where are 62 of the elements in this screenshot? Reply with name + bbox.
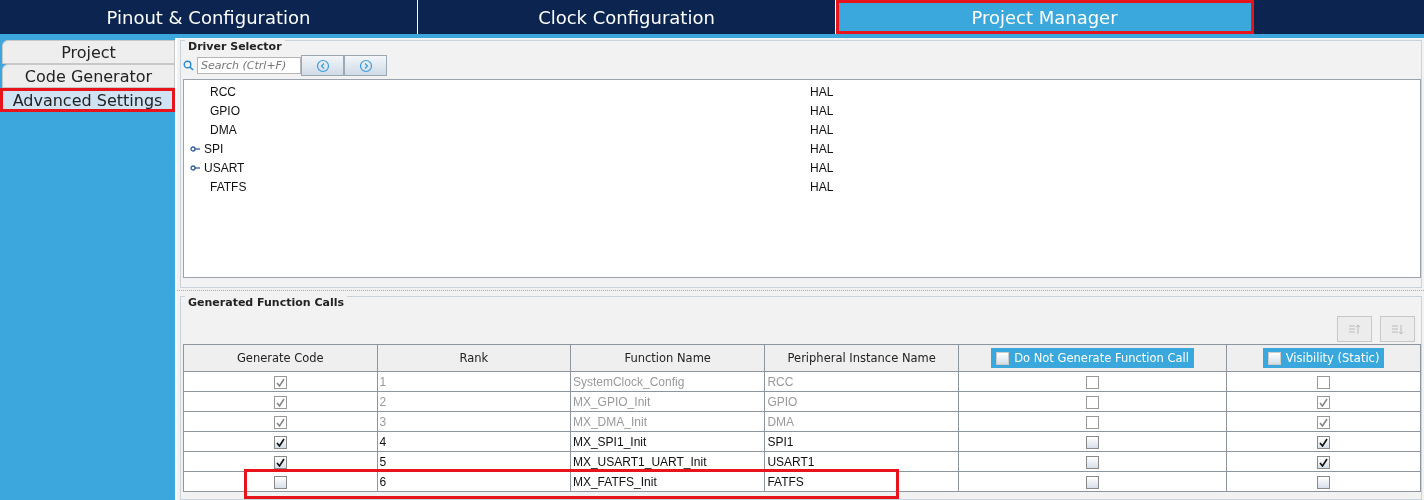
column-header: Rank bbox=[459, 351, 489, 365]
right-arrow-circle-icon bbox=[358, 58, 373, 73]
move-up-icon bbox=[1348, 323, 1361, 335]
checkbox[interactable] bbox=[1267, 351, 1281, 365]
panel-title: Driver Selector bbox=[185, 40, 285, 53]
checkbox[interactable] bbox=[1086, 435, 1100, 449]
expand-handle-icon[interactable] bbox=[190, 145, 200, 152]
table-cell: GPIO bbox=[767, 394, 798, 409]
driver-name[interactable]: GPIO bbox=[210, 103, 240, 118]
driver-value[interactable]: HAL bbox=[810, 122, 834, 137]
table-cell: MX_DMA_Init bbox=[572, 414, 647, 429]
driver-name[interactable]: USART bbox=[204, 160, 245, 175]
checkbox[interactable] bbox=[1317, 435, 1331, 449]
driver-value[interactable]: HAL bbox=[810, 160, 834, 175]
table-cell: MX_GPIO_Init bbox=[572, 394, 651, 409]
driver-name[interactable]: DMA bbox=[210, 122, 237, 137]
table-cell: MX_USART1_UART_Init bbox=[572, 454, 707, 469]
search-icon bbox=[183, 60, 194, 71]
move-down-icon bbox=[1391, 323, 1404, 335]
table-cell: SystemClock_Config bbox=[572, 374, 685, 389]
column-header: Do Not Generate Function Call bbox=[1014, 351, 1189, 365]
driver-value[interactable]: HAL bbox=[810, 84, 834, 99]
driver-name[interactable]: RCC bbox=[210, 84, 236, 99]
table-cell: SPI1 bbox=[767, 434, 794, 449]
table-cell: 5 bbox=[379, 454, 387, 469]
column-header: Peripheral Instance Name bbox=[787, 351, 936, 365]
table-cell: MX_SPI1_Init bbox=[572, 434, 647, 449]
panel-title: Generated Function Calls bbox=[185, 296, 348, 309]
table-cell: DMA bbox=[767, 414, 795, 429]
driver-value[interactable]: HAL bbox=[810, 103, 834, 118]
checkbox[interactable] bbox=[273, 475, 287, 489]
driver-name[interactable]: SPI bbox=[204, 141, 224, 156]
next-button[interactable] bbox=[344, 55, 387, 76]
table-cell: 4 bbox=[379, 434, 387, 449]
table-cell: RCC bbox=[767, 374, 794, 389]
table-cell: 3 bbox=[379, 414, 387, 429]
table-cell: MX_FATFS_Init bbox=[572, 474, 657, 489]
checkbox[interactable] bbox=[996, 351, 1010, 365]
previous-button[interactable] bbox=[301, 55, 344, 76]
left-arrow-circle-icon bbox=[315, 58, 330, 73]
checkbox[interactable] bbox=[1317, 455, 1331, 469]
driver-name[interactable]: FATFS bbox=[210, 179, 247, 194]
driver-value[interactable]: HAL bbox=[810, 179, 834, 194]
expand-handle-icon[interactable] bbox=[190, 164, 200, 171]
column-header: Visibility (Static) bbox=[1285, 351, 1380, 365]
table-cell: USART1 bbox=[767, 454, 815, 469]
driver-value[interactable]: HAL bbox=[810, 141, 834, 156]
column-header: Generate Code bbox=[236, 351, 324, 365]
checkbox[interactable] bbox=[1086, 455, 1100, 469]
table-cell: 1 bbox=[379, 374, 387, 389]
column-header: Function Name bbox=[624, 351, 711, 365]
table-cell: FATFS bbox=[767, 474, 804, 489]
side-tab[interactable]: Advanced Settings bbox=[0, 88, 175, 112]
search-field[interactable]: Search (Ctrl+F) bbox=[197, 57, 301, 74]
checkbox[interactable] bbox=[1317, 475, 1331, 489]
checkbox[interactable] bbox=[273, 435, 287, 449]
checkbox[interactable] bbox=[1086, 475, 1100, 489]
table-cell: 2 bbox=[379, 394, 387, 409]
side-tab[interactable]: Code Generator bbox=[2, 64, 175, 88]
side-tab[interactable]: Project bbox=[2, 40, 175, 64]
table-cell: 6 bbox=[379, 474, 387, 489]
checkbox[interactable] bbox=[273, 455, 287, 469]
